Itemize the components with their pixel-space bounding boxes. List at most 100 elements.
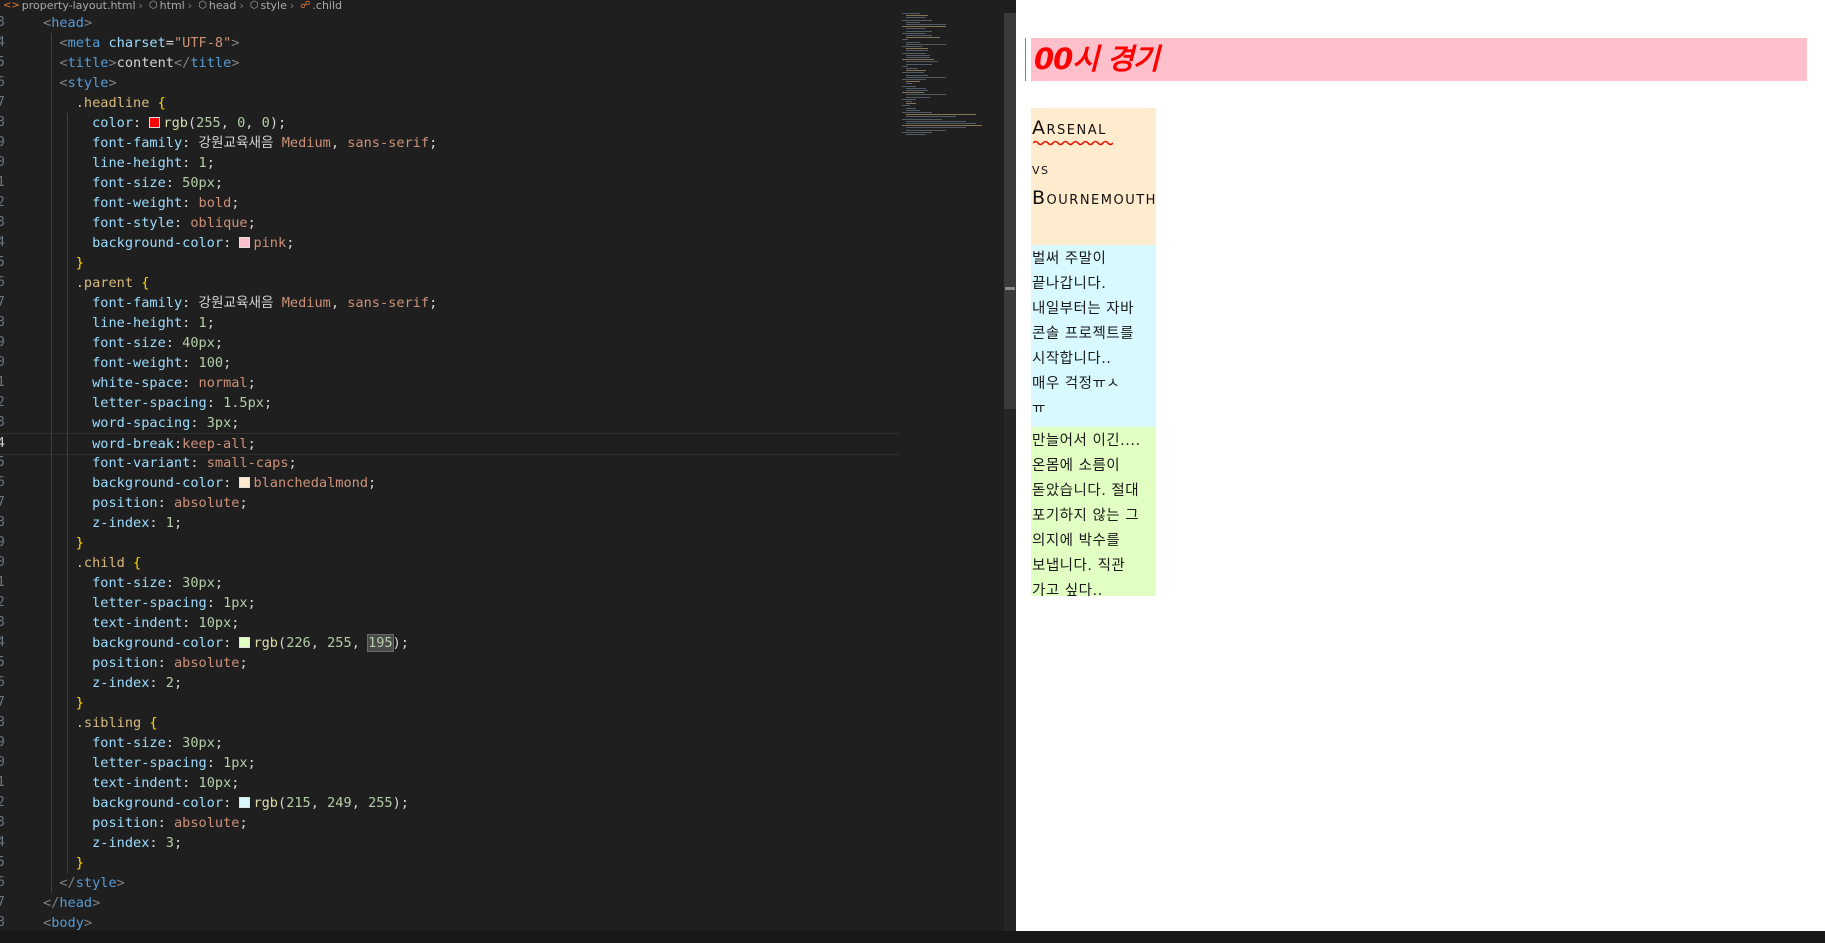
code-line[interactable]: 6 background-color: blanchedalmond; — [0, 473, 900, 493]
minimap-line — [906, 107, 916, 109]
color-swatch[interactable] — [239, 637, 251, 648]
code-line[interactable]: 0 line-height: 1; — [0, 153, 900, 173]
code-text: line-height: 1; — [92, 155, 215, 171]
code-editor[interactable]: <> property-layout.html › ⬡ html › ⬡ head › ⬡ styl… — [0, 0, 1004, 943]
minimap-line — [906, 30, 932, 32]
code-line[interactable]: 4 background-color: rgb(226, 255, 195); — [0, 633, 900, 653]
line-number: 9 — [0, 135, 5, 150]
code-text: text-indent: 10px; — [92, 775, 240, 791]
minimap-line — [906, 35, 932, 36]
code-text: line-height: 1; — [92, 315, 215, 331]
minimap-line — [906, 116, 956, 118]
text-line: 포기하지 않는 그 — [1032, 508, 1140, 524]
color-swatch[interactable] — [149, 117, 161, 128]
code-line[interactable]: 7 } — [0, 693, 900, 713]
line-number: 6 — [0, 275, 5, 290]
line-number: 2 — [0, 195, 5, 210]
code-line[interactable]: 7 font-family: 강원교육새음 Medium, sans-serif… — [0, 293, 900, 313]
line-number: 9 — [0, 335, 5, 350]
minimap-line — [906, 120, 966, 122]
code-text: <body> — [43, 915, 93, 931]
code-line[interactable]: 1 font-size: 50px; — [0, 173, 900, 193]
code-line[interactable]: 5 font-variant: small-caps; — [0, 453, 900, 473]
minimap-line — [906, 21, 920, 23]
code-line[interactable]: 1 font-size: 30px; — [0, 573, 900, 593]
code-line[interactable]: 1 text-indent: 10px; — [0, 773, 900, 793]
minimap-line — [906, 76, 946, 78]
code-lines[interactable]: 3 <head> 4 <meta charset="UTF-8"> 5 <title>… — [0, 13, 900, 933]
code-line[interactable]: 6 .parent { — [0, 273, 900, 293]
code-line[interactable]: 3 font-style: oblique; — [0, 213, 900, 233]
code-line[interactable]: 4 z-index: 3; — [0, 833, 900, 853]
breadcrumb-head[interactable]: head — [209, 0, 236, 12]
text-caret — [1025, 38, 1026, 81]
code-line[interactable]: 6 <style> — [0, 73, 900, 93]
code-line[interactable]: 4 background-color: pink; — [0, 233, 900, 253]
code-line[interactable]: 5 position: absolute; — [0, 653, 900, 673]
color-swatch[interactable] — [239, 477, 251, 488]
code-line[interactable]: 0 letter-spacing: 1px; — [0, 753, 900, 773]
line-number: 2 — [0, 795, 5, 810]
code-line[interactable]: 2 background-color: rgb(215, 249, 255); — [0, 793, 900, 813]
minimap-line — [906, 15, 928, 17]
text-line: 벌써 주말이 — [1032, 251, 1107, 267]
minimap[interactable] — [900, 13, 990, 153]
code-line[interactable]: 7 </head> — [0, 893, 900, 913]
color-swatch[interactable] — [239, 237, 251, 248]
code-line[interactable]: 3 text-indent: 10px; — [0, 613, 900, 633]
code-line[interactable]: 7 position: absolute; — [0, 493, 900, 513]
code-line[interactable]: 3 <head> — [0, 13, 900, 33]
minimap-line — [906, 63, 932, 65]
code-line[interactable]: 8 <body> — [0, 913, 900, 933]
code-line[interactable]: 8 z-index: 1; — [0, 513, 900, 533]
code-line[interactable]: 9 font-size: 40px; — [0, 333, 900, 353]
minimap-line — [902, 85, 916, 87]
code-text: font-style: oblique; — [92, 215, 256, 231]
line-number: 6 — [0, 875, 5, 890]
code-line[interactable]: 5 <title>content</title> — [0, 53, 900, 73]
code-line[interactable]: 2 font-weight: bold; — [0, 193, 900, 213]
code-text: z-index: 3; — [92, 835, 183, 851]
code-text: .sibling { — [75, 715, 158, 731]
line-number: 3 — [0, 415, 5, 430]
code-line[interactable]: 9 font-family: 강원교육새음 Medium, sans-serif… — [0, 133, 900, 153]
code-line[interactable]: 9 } — [0, 533, 900, 553]
code-line[interactable]: 1 white-space: normal; — [0, 373, 900, 393]
breadcrumb-html[interactable]: html — [160, 0, 185, 12]
color-swatch[interactable] — [239, 797, 251, 808]
code-line[interactable]: 4 <meta charset="UTF-8"> — [0, 33, 900, 53]
code-line[interactable]: 5 } — [0, 253, 900, 273]
breadcrumb-current[interactable]: .child — [312, 0, 342, 12]
code-text: } — [75, 855, 84, 871]
code-line[interactable]: 0 font-weight: 100; — [0, 353, 900, 373]
code-line[interactable]: 6 z-index: 2; — [0, 673, 900, 693]
breadcrumb-file[interactable]: property-layout.html — [22, 0, 136, 12]
code-line[interactable]: 3 word-spacing: 3px; — [0, 413, 900, 433]
code-text: } — [75, 535, 84, 551]
code-line[interactable]: 8 .sibling { — [0, 713, 900, 733]
code-text: <title>content</title> — [59, 55, 240, 71]
line-number: 4 — [0, 35, 5, 50]
code-line[interactable]: 6 </style> — [0, 873, 900, 893]
line-number: 0 — [0, 555, 5, 570]
code-text: font-size: 50px; — [92, 175, 224, 191]
code-line[interactable]: 9 font-size: 30px; — [0, 733, 900, 753]
code-line[interactable]: 3 position: absolute; — [0, 813, 900, 833]
minimap-line — [902, 46, 922, 47]
code-text: } — [75, 695, 84, 711]
code-line[interactable]: 5 } — [0, 853, 900, 873]
code-line[interactable]: 0 .child { — [0, 553, 900, 573]
breadcrumb-style[interactable]: style — [260, 0, 286, 12]
code-line[interactable]: 2 letter-spacing: 1.5px; — [0, 393, 900, 413]
code-text: font-family: 강원교육새음 Medium, sans-serif; — [92, 135, 438, 151]
code-line[interactable]: 2 letter-spacing: 1px; — [0, 593, 900, 613]
line-number: 1 — [0, 575, 5, 590]
scrollbar-thumb[interactable] — [1004, 13, 1016, 409]
code-line[interactable]: 8 line-height: 1; — [0, 313, 900, 333]
html-file-icon: <> — [3, 0, 20, 11]
code-line[interactable]: 7 .headline { — [0, 93, 900, 113]
line-number: 4 — [0, 436, 5, 451]
code-line[interactable]: 8 color: rgb(255, 0, 0); — [0, 113, 900, 133]
code-line[interactable]: 4 word-break:keep-all; — [0, 433, 900, 455]
minimap-line — [906, 68, 918, 69]
